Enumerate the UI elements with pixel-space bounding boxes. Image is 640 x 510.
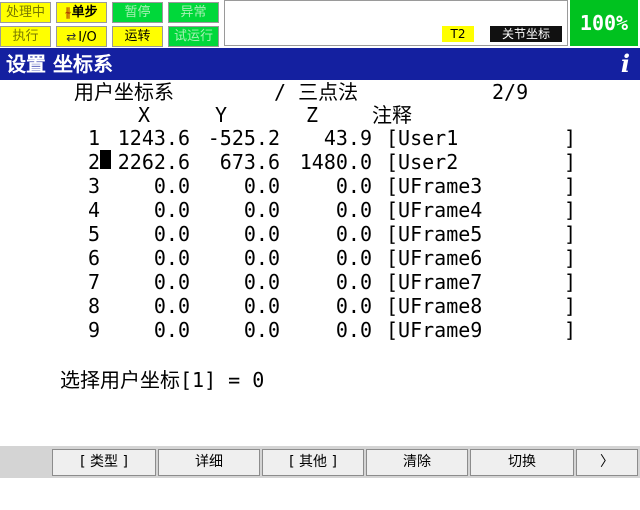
teach-method: / 三点法: [274, 80, 359, 104]
comment-end-bracket: ]: [564, 222, 577, 246]
comment-end-bracket: ]: [564, 150, 577, 174]
text-cursor: [100, 150, 111, 169]
frame-z: 0.0: [335, 318, 372, 342]
frame-comment: [UFrame4: [386, 198, 483, 222]
status-io-label: I/O: [78, 30, 97, 45]
status-step: ⫳单步: [56, 2, 107, 23]
comment-end-bracket: ]: [564, 294, 577, 318]
frame-number: 5: [87, 222, 100, 246]
frame-comment: [UFrame5: [386, 222, 483, 246]
frame-row[interactable]: 9 0.0 0.0 0.0 [UFrame9 ]: [0, 318, 640, 342]
frame-y: 0.0: [243, 198, 280, 222]
f5-switch-button[interactable]: 切换: [470, 449, 574, 476]
frame-number: 6: [87, 246, 100, 270]
frame-z: 0.0: [335, 174, 372, 198]
status-indicators: 处理中 ⫳单步 暂停 异常 执行 ⇄ I/O 运转 试运行: [0, 0, 222, 48]
info-icon[interactable]: i: [621, 48, 630, 80]
frame-comment: [UFrame7: [386, 270, 483, 294]
frame-x: 2262.6: [117, 150, 190, 174]
title-bar: 设置 坐标系 i: [0, 48, 640, 80]
frame-row[interactable]: 6 0.0 0.0 0.0 [UFrame6 ]: [0, 246, 640, 270]
f2-detail-button[interactable]: 详细: [158, 449, 260, 476]
frame-z: 0.0: [335, 246, 372, 270]
frame-y: 0.0: [243, 222, 280, 246]
frame-y: 673.6: [219, 150, 280, 174]
status-hold: 暂停: [112, 2, 163, 23]
frame-comment: [UFrame6: [386, 246, 483, 270]
frame-z: 43.9: [323, 126, 372, 150]
frame-y: 0.0: [243, 174, 280, 198]
coord-system-badge: 关节坐标: [490, 26, 562, 42]
function-key-bar: [ 类型 ] 详细 [ 其他 ] 清除 切换 〉: [0, 446, 640, 478]
frame-y: -525.2: [207, 126, 280, 150]
step-icon: ⫳: [65, 5, 71, 20]
frame-comment: [UFrame9: [386, 318, 483, 342]
column-z: Z: [306, 103, 319, 127]
frame-y: 0.0: [243, 246, 280, 270]
io-icon: ⇄: [66, 30, 77, 44]
status-processing: 处理中: [0, 2, 51, 23]
column-comment: 注释: [372, 103, 412, 127]
frame-x: 0.0: [153, 246, 190, 270]
frame-z: 0.0: [335, 198, 372, 222]
column-x: X: [138, 103, 151, 127]
next-page-icon[interactable]: 〉: [576, 449, 638, 476]
frame-row[interactable]: 1 1243.6 -525.2 43.9 [User1 ]: [0, 126, 640, 150]
frame-x: 0.0: [153, 198, 190, 222]
frame-row-selected[interactable]: 2 2262.6 673.6 1480.0 [User2 ]: [0, 150, 640, 174]
frame-comment: [UFrame3: [386, 174, 483, 198]
frame-x: 1243.6: [117, 126, 190, 150]
frame-number: 1: [87, 126, 100, 150]
frame-number: 9: [87, 318, 100, 342]
frame-number: 4: [87, 198, 100, 222]
frame-number: 8: [87, 294, 100, 318]
mode-badge: T2: [442, 26, 474, 42]
frame-row[interactable]: 8 0.0 0.0 0.0 [UFrame8 ]: [0, 294, 640, 318]
frame-number: 2: [87, 150, 100, 174]
frame-z: 0.0: [335, 270, 372, 294]
frame-y: 0.0: [243, 270, 280, 294]
frame-x: 0.0: [153, 294, 190, 318]
frame-x: 0.0: [153, 270, 190, 294]
f4-clear-button[interactable]: 清除: [366, 449, 468, 476]
frame-x: 0.0: [153, 222, 190, 246]
f3-other-button[interactable]: [ 其他 ]: [262, 449, 364, 476]
f1-type-button[interactable]: [ 类型 ]: [52, 449, 156, 476]
frame-x: 0.0: [153, 174, 190, 198]
column-y: Y: [215, 103, 228, 127]
frame-row[interactable]: 7 0.0 0.0 0.0 [UFrame7 ]: [0, 270, 640, 294]
status-execute: 执行: [0, 26, 51, 47]
status-step-label: 单步: [71, 5, 98, 20]
comment-end-bracket: ]: [564, 174, 577, 198]
frame-comment: [User1: [386, 126, 459, 150]
frame-number: 3: [87, 174, 100, 198]
override-percent: 100%: [570, 0, 638, 46]
frame-z: 0.0: [335, 294, 372, 318]
comment-end-bracket: ]: [564, 126, 577, 150]
frame-y: 0.0: [243, 318, 280, 342]
frame-x: 0.0: [153, 318, 190, 342]
page-title: 设置 坐标系: [6, 52, 113, 76]
status-running: 运转: [112, 26, 163, 47]
frame-z: 1480.0: [299, 150, 372, 174]
comment-end-bracket: ]: [564, 198, 577, 222]
status-fault: 异常: [168, 2, 219, 23]
screen-subtitle: 用户坐标系: [74, 80, 174, 104]
status-io: ⇄ I/O: [56, 26, 107, 47]
frame-comment: [User2: [386, 150, 459, 174]
status-test-run: 试运行: [168, 26, 219, 47]
frame-number: 7: [87, 270, 100, 294]
frame-z: 0.0: [335, 222, 372, 246]
frame-row[interactable]: 4 0.0 0.0 0.0 [UFrame4 ]: [0, 198, 640, 222]
selected-frame-line: 选择用户坐标[1] = 0: [60, 368, 265, 392]
frame-y: 0.0: [243, 294, 280, 318]
comment-end-bracket: ]: [564, 270, 577, 294]
frame-comment: [UFrame8: [386, 294, 483, 318]
page-indicator: 2/9: [492, 80, 529, 104]
comment-end-bracket: ]: [564, 318, 577, 342]
frame-setup-screen: 用户坐标系 / 三点法 2/9 X Y Z 注释 1 1243.6 -525.2…: [0, 80, 640, 446]
comment-end-bracket: ]: [564, 246, 577, 270]
frame-row[interactable]: 5 0.0 0.0 0.0 [UFrame5 ]: [0, 222, 640, 246]
frame-row[interactable]: 3 0.0 0.0 0.0 [UFrame3 ]: [0, 174, 640, 198]
